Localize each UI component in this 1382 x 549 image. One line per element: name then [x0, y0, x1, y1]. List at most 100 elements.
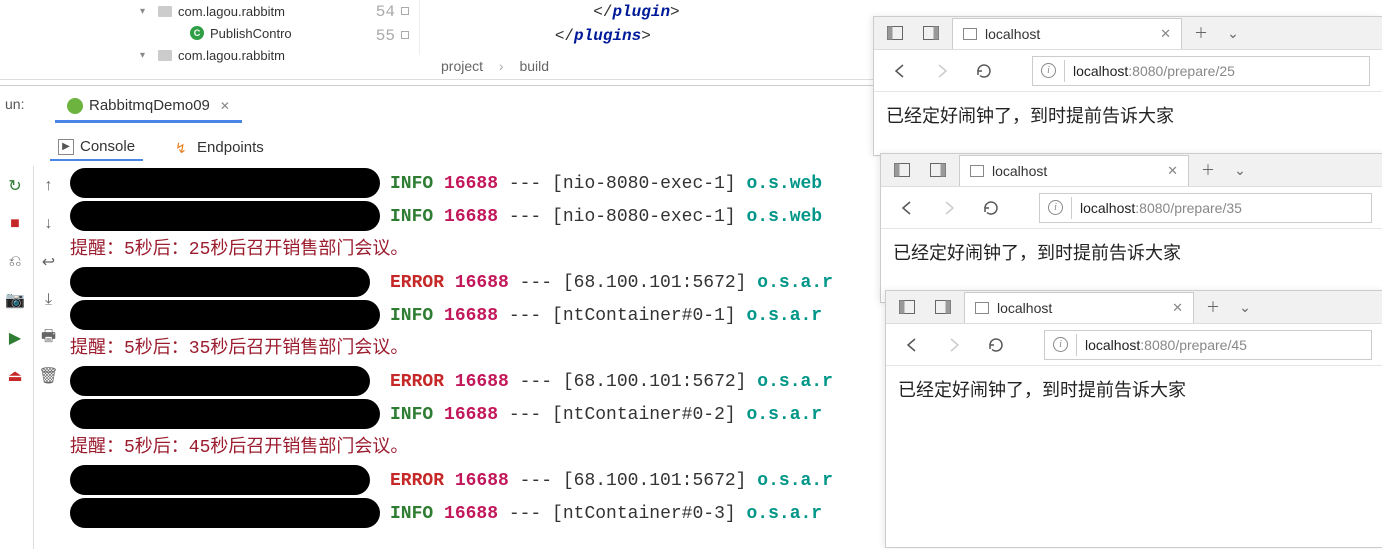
breadcrumb: project › build: [435, 58, 555, 74]
log-thread: [nio-8080-exec-1]: [552, 207, 736, 227]
run-gutter-left: ↻ ■ ⎌ 📷 ▶ ⏏: [0, 166, 30, 549]
tab-overflow-button[interactable]: ⌄: [1232, 294, 1258, 320]
browser-tab-title: localhost: [985, 26, 1040, 42]
class-icon: C: [190, 26, 204, 40]
run-config-tab[interactable]: RabbitmqDemo09 ✕: [55, 91, 242, 123]
close-icon[interactable]: ✕: [1160, 26, 1171, 42]
page-content: 已经定好闹钟了，到时提前告诉大家: [874, 92, 1382, 138]
url-bar[interactable]: ilocalhost:8080/prepare/35: [1039, 193, 1372, 223]
play-icon[interactable]: ▶: [5, 328, 25, 348]
scroll-to-end-icon[interactable]: ⤓: [39, 290, 59, 310]
xml-tag: plugin: [612, 3, 670, 21]
nav-refresh-button[interactable]: [982, 331, 1010, 359]
log-thread: [68.100.101:5672]: [563, 372, 747, 392]
code-editor[interactable]: 54 55 </plugin> </plugins>: [350, 0, 875, 55]
log-level: INFO: [390, 504, 433, 524]
log-thread: [ntContainer#0-3]: [552, 504, 736, 524]
console-output[interactable]: INFO 16688 --- [nio-8080-exec-1] o.s.web…: [70, 168, 875, 549]
redacted-block: [70, 267, 370, 297]
nav-back-button[interactable]: [893, 194, 921, 222]
breadcrumb-item[interactable]: build: [513, 56, 555, 76]
exit-icon[interactable]: ⏏: [5, 366, 25, 386]
stop-icon[interactable]: ■: [5, 214, 25, 234]
site-info-icon[interactable]: i: [1053, 337, 1068, 352]
redacted-block: [70, 399, 380, 429]
log-level: ERROR: [390, 471, 444, 491]
nav-forward-button[interactable]: [940, 331, 968, 359]
run-subtabs: ▶ Console Endpoints: [50, 134, 272, 161]
url-path: /prepare/45: [1175, 337, 1247, 353]
url-port: :8080: [1128, 63, 1163, 79]
run-config-name: RabbitmqDemo09: [89, 97, 210, 114]
tree-node-package[interactable]: ▾ com.lagou.rabbitm: [140, 0, 350, 22]
page-icon: [963, 28, 977, 40]
rerun-icon[interactable]: ↻: [5, 176, 25, 196]
log-line: ERROR 16688 --- [68.100.101:5672] o.s.a.…: [390, 465, 833, 498]
log-level: INFO: [390, 174, 433, 194]
tree-label: com.lagou.rabbitm: [178, 4, 285, 19]
log-pid: 16688: [433, 174, 498, 194]
camera-icon[interactable]: 📷: [5, 290, 25, 310]
site-info-icon[interactable]: i: [1048, 200, 1063, 215]
sidebar-toggle-right-icon[interactable]: [923, 157, 953, 183]
nav-back-button[interactable]: [886, 57, 914, 85]
tab-console[interactable]: ▶ Console: [50, 134, 143, 161]
arrow-down-icon[interactable]: ↓: [39, 214, 59, 234]
attach-icon[interactable]: ⎌: [5, 252, 25, 272]
url-bar[interactable]: ilocalhost:8080/prepare/25: [1032, 56, 1370, 86]
sidebar-toggle-right-icon[interactable]: [916, 20, 946, 46]
new-tab-button[interactable]: ＋: [1195, 157, 1221, 183]
new-tab-button[interactable]: ＋: [1200, 294, 1226, 320]
breadcrumb-item[interactable]: project: [435, 56, 489, 76]
arrow-up-icon[interactable]: ↑: [39, 176, 59, 196]
log-pid: 16688: [433, 405, 498, 425]
console-row: 提醒：5秒后：35秒后召开销售部门会议。: [70, 333, 875, 366]
sidebar-toggle-left-icon[interactable]: [892, 294, 922, 320]
tree-label: com.lagou.rabbitm: [178, 48, 285, 63]
nav-refresh-button[interactable]: [970, 57, 998, 85]
collapse-marker-icon[interactable]: [401, 31, 409, 39]
browser-tab[interactable]: localhost ✕: [952, 18, 1182, 49]
log-thread: [68.100.101:5672]: [563, 471, 747, 491]
print-icon[interactable]: 🖶: [39, 328, 59, 348]
log-level: ERROR: [390, 372, 444, 392]
site-info-icon[interactable]: i: [1041, 63, 1056, 78]
tree-node-package[interactable]: ▾ com.lagou.rabbitm: [140, 44, 350, 66]
collapse-marker-icon[interactable]: [401, 7, 409, 15]
console-row: INFO 16688 --- [ntContainer#0-2] o.s.a.r: [70, 399, 875, 432]
tree-node-class[interactable]: C PublishContro: [140, 22, 350, 44]
trash-icon[interactable]: 🗑: [39, 366, 59, 386]
redacted-block: [70, 201, 380, 231]
tab-overflow-button[interactable]: ⌄: [1220, 20, 1246, 46]
new-tab-button[interactable]: ＋: [1188, 20, 1214, 46]
editor-gutter: 54 55: [350, 0, 420, 55]
log-pid: 16688: [444, 372, 509, 392]
browser-tab[interactable]: localhost✕: [959, 155, 1189, 186]
tab-overflow-button[interactable]: ⌄: [1227, 157, 1253, 183]
log-line: INFO 16688 --- [ntContainer#0-3] o.s.a.r: [390, 498, 822, 531]
nav-refresh-button[interactable]: [977, 194, 1005, 222]
nav-back-button[interactable]: [898, 331, 926, 359]
sidebar-toggle-left-icon[interactable]: [887, 157, 917, 183]
sidebar-toggle-right-icon[interactable]: [928, 294, 958, 320]
log-thread: [68.100.101:5672]: [563, 273, 747, 293]
nav-forward-button[interactable]: [935, 194, 963, 222]
log-pid: 16688: [433, 306, 498, 326]
url-bar[interactable]: ilocalhost:8080/prepare/45: [1044, 330, 1372, 360]
browser-tab[interactable]: localhost✕: [964, 292, 1194, 323]
url-host: localhost: [1085, 337, 1140, 353]
page-icon: [970, 165, 984, 177]
soft-wrap-icon[interactable]: ↩: [39, 252, 59, 272]
tab-endpoints[interactable]: Endpoints: [167, 134, 272, 161]
log-thread: [ntContainer#0-1]: [552, 306, 736, 326]
close-icon[interactable]: ✕: [1167, 163, 1178, 179]
sidebar-toggle-left-icon[interactable]: [880, 20, 910, 46]
browser-window-3: localhost✕＋⌄ilocalhost:8080/prepare/45已经…: [885, 290, 1382, 548]
console-icon: ▶: [58, 139, 74, 155]
close-icon[interactable]: ✕: [220, 99, 230, 113]
nav-forward-button[interactable]: [928, 57, 956, 85]
code-text[interactable]: </plugin> </plugins>: [420, 0, 680, 55]
close-icon[interactable]: ✕: [1172, 300, 1183, 316]
log-pid: 16688: [444, 273, 509, 293]
project-tree[interactable]: ▾ com.lagou.rabbitm C PublishContro ▾ co…: [140, 0, 350, 80]
